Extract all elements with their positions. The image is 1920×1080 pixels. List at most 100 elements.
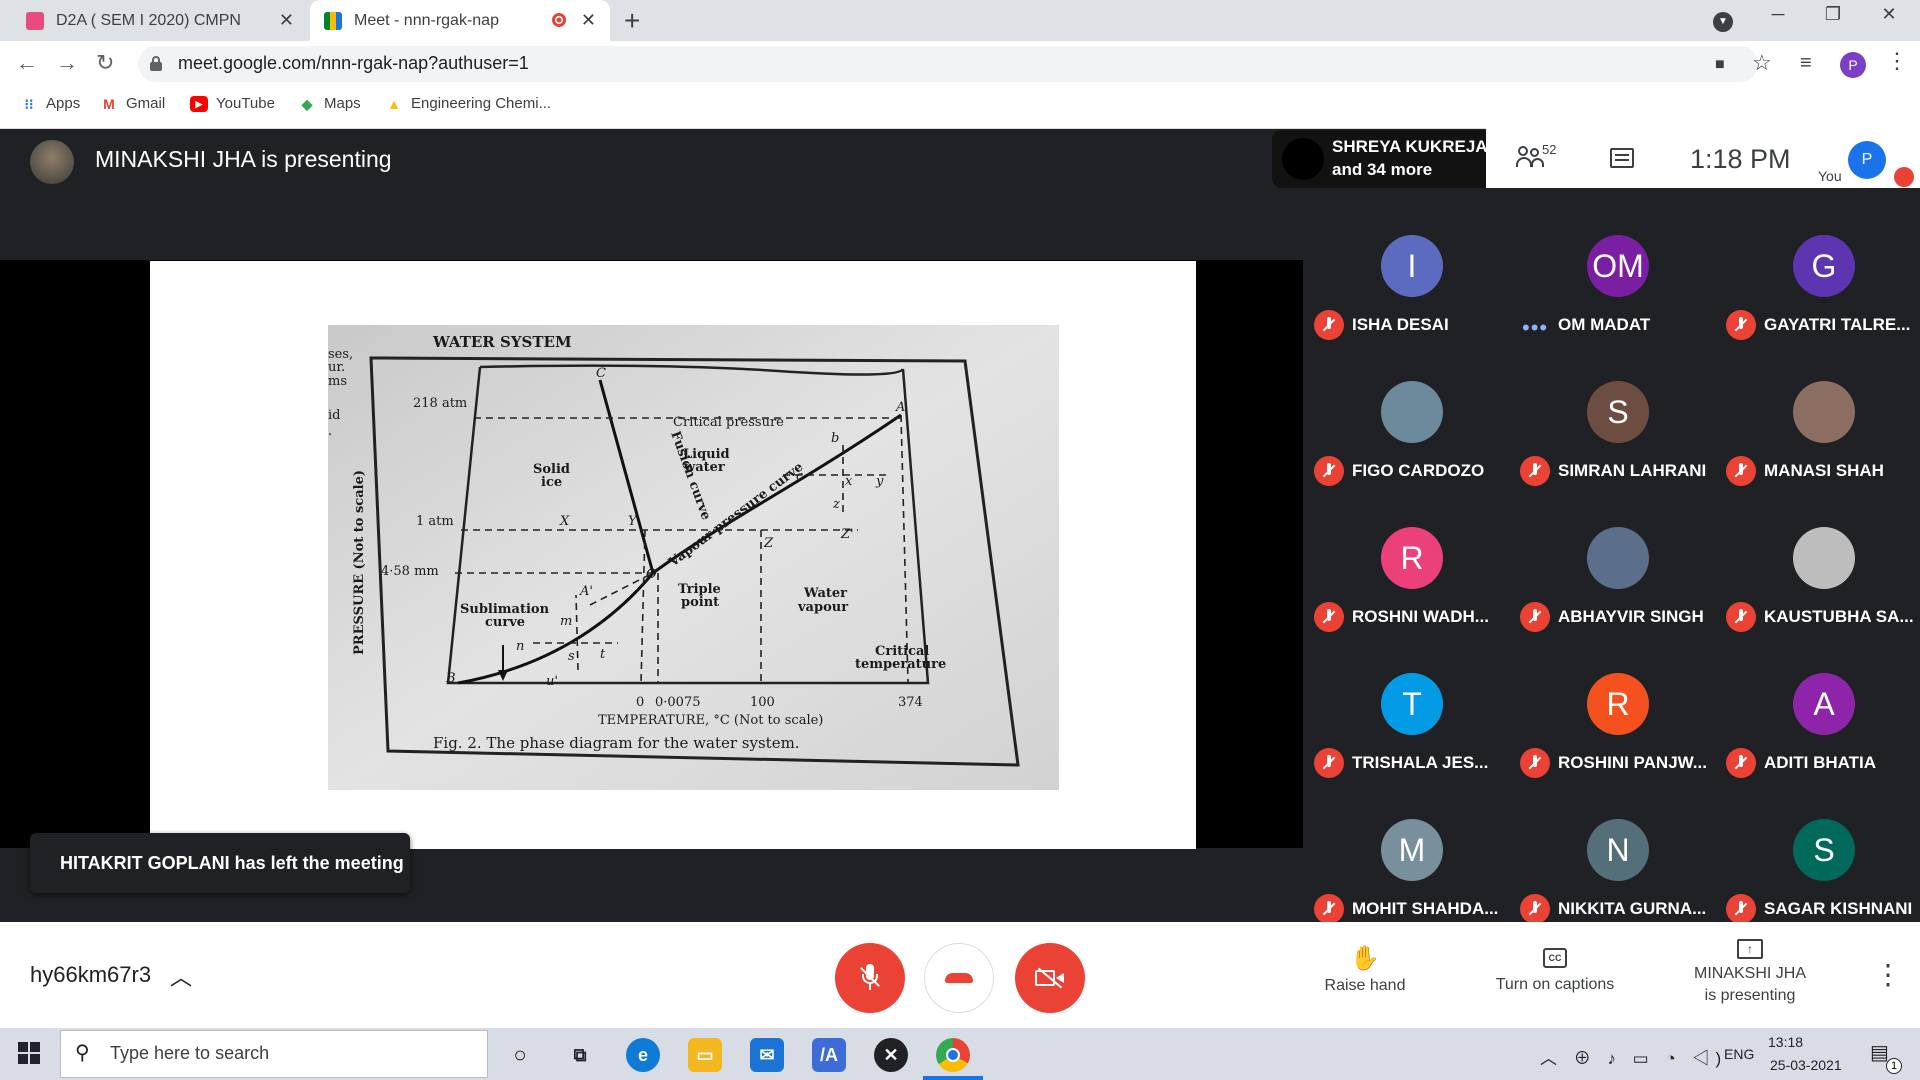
tab-meet[interactable]: Meet - nnn-rgak-nap ✕ [310, 0, 610, 41]
muted-mic-icon [1314, 602, 1344, 632]
muted-mic-icon [1726, 894, 1756, 924]
language-indicator[interactable]: ENG [1724, 1046, 1754, 1062]
cortana-icon[interactable]: ○ [503, 1038, 537, 1072]
more-options-icon[interactable]: ⋮ [1874, 958, 1902, 991]
bookmark-star-icon[interactable]: ☆ [1752, 50, 1772, 76]
diagram-heading: WATER SYSTEM [432, 333, 572, 351]
participant-name: ROSHNI WADH... [1352, 607, 1489, 626]
participant-tile[interactable]: I ISHA DESAI [1310, 227, 1516, 373]
bookmark-apps[interactable]: ⁝⁝ Apps [20, 95, 81, 112]
point-label-n: n [516, 639, 524, 654]
close-window-icon[interactable]: ✕ [1866, 4, 1912, 25]
point-label-b-lower: b [831, 431, 839, 446]
tab-classroom[interactable]: D2A ( SEM I 2020) CMPN ✕ [12, 0, 308, 41]
participant-tile[interactable]: T TRISHALA JES... [1310, 665, 1516, 811]
triple-point-label: point [681, 595, 719, 610]
windows-start-icon[interactable] [18, 1042, 40, 1064]
textbook-photo: WATER SYSTEM PRESSURE (Not to scale) Fus… [328, 325, 1059, 790]
people-count: 52 [1542, 142, 1557, 157]
participant-tile[interactable]: MANASI SHAH [1722, 373, 1920, 519]
participant-avatar: S [1793, 819, 1855, 881]
tab-title: D2A ( SEM I 2020) CMPN [56, 11, 241, 29]
new-tab-button[interactable]: + [624, 5, 640, 37]
participant-tile[interactable]: R ROSHNI WADH... [1310, 519, 1516, 665]
forward-icon[interactable]: → [56, 50, 78, 76]
participant-name: ABHAYVIR SINGH [1558, 607, 1704, 626]
profile-avatar[interactable]: P [1840, 52, 1866, 78]
chrome-menu-icon[interactable]: ⋮ [1886, 48, 1908, 74]
participant-name: OM MADAT [1558, 315, 1651, 334]
presenting-button[interactable]: ↑ MINAKSHI JHA is presenting [1680, 938, 1820, 1007]
temp-tick-0: 0 [636, 695, 644, 710]
bookmark-gmail[interactable]: M Gmail [100, 95, 165, 112]
participant-tile[interactable]: R ROSHINI PANJW... [1516, 665, 1722, 811]
present-screen-icon: ↑ [1737, 939, 1763, 959]
meet-icon [324, 11, 342, 30]
participant-tile[interactable]: FIGO CARDOZO [1310, 373, 1516, 519]
muted-mic-icon [1314, 310, 1344, 340]
muted-mic-icon [1314, 748, 1344, 778]
mail-icon[interactable]: ✉ [750, 1038, 784, 1072]
tray-date[interactable]: 25-03-2021 [1770, 1057, 1842, 1073]
participant-tile[interactable]: A ADITI BHATIA [1722, 665, 1920, 811]
participant-tile[interactable]: G GAYATRI TALRE... [1722, 227, 1920, 373]
point-label-s: s [568, 649, 575, 664]
participant-tile[interactable]: S SIMRAN LAHRANI [1516, 373, 1722, 519]
muted-mic-icon [1726, 748, 1756, 778]
tray-time[interactable]: 13:18 [1768, 1034, 1803, 1050]
leave-call-button[interactable] [924, 943, 994, 1013]
muted-mic-icon [1726, 602, 1756, 632]
file-explorer-icon[interactable]: ▭ [688, 1038, 722, 1072]
left-meeting-toast: HITAKRIT GOPLANI has left the meeting [30, 833, 410, 893]
maximize-icon[interactable]: ❐ [1810, 4, 1856, 25]
tab-search-icon[interactable]: ▼ [1700, 8, 1746, 32]
point-label-o: O [646, 567, 657, 582]
water-label: water [683, 460, 725, 475]
close-tab-icon[interactable]: ✕ [279, 10, 294, 31]
participant-tile[interactable]: KAUSTUBHA SA... [1722, 519, 1920, 665]
system-tray-icons[interactable]: ︿ ⊕ ♪ ▭ ◔ ◁) [1540, 1044, 1727, 1069]
taskbar-search-placeholder[interactable]: Type here to search [110, 1043, 269, 1064]
close-tab-icon[interactable]: ✕ [581, 10, 596, 31]
bookmark-drive[interactable]: ▲ Engineering Chemi... [385, 95, 551, 112]
xbox-icon[interactable]: ✕ [874, 1038, 908, 1072]
lock-icon[interactable] [150, 56, 162, 71]
camera-off-button[interactable] [1015, 943, 1085, 1013]
point-label-c-lower: c [796, 469, 804, 484]
bookmark-maps[interactable]: ◆ Maps [298, 95, 361, 112]
search-icon: ⚲ [75, 1042, 90, 1064]
maps-icon: ◆ [301, 95, 313, 112]
reload-icon[interactable]: ↻ [96, 50, 114, 76]
task-view-icon[interactable]: ⧉ [563, 1038, 597, 1072]
meeting-code[interactable]: hy66km67r3 [30, 962, 151, 988]
chevron-up-icon[interactable]: ︿ [170, 960, 192, 992]
participant-avatar [1793, 527, 1855, 589]
chrome-icon[interactable] [936, 1038, 970, 1072]
microphone-off-button[interactable] [835, 943, 905, 1013]
muted-mic-icon [1520, 602, 1550, 632]
self-avatar: P [1848, 141, 1886, 179]
raise-hand-button[interactable]: ✋ Raise hand [1310, 944, 1420, 995]
participant-avatar: S [1587, 381, 1649, 443]
self-label: You [1818, 168, 1842, 184]
point-label-x: X [559, 514, 570, 529]
participant-tile[interactable]: ABHAYVIR SINGH [1516, 519, 1722, 665]
edge-icon[interactable]: e [626, 1038, 660, 1072]
app-icon[interactable]: /A [812, 1038, 846, 1072]
minimize-icon[interactable]: ─ [1755, 4, 1801, 25]
speaking-dots-icon: ••• [1522, 315, 1549, 340]
media-control-icon[interactable]: ≡ [1800, 52, 1812, 75]
people-icon[interactable] [1516, 146, 1544, 168]
hang-up-icon [945, 973, 973, 983]
participant-tile[interactable]: OM ••• OM MADAT [1516, 227, 1722, 373]
captions-button[interactable]: CC Turn on captions [1480, 948, 1630, 994]
bookmark-youtube[interactable]: ▶ YouTube [190, 95, 275, 112]
point-label-y-lower: y [875, 474, 884, 489]
bookmarks-bar [0, 87, 1920, 129]
mic-off-icon [860, 964, 880, 992]
point-label-z-lower: z [832, 497, 840, 512]
camera-blocked-icon[interactable]: ■ [1715, 56, 1725, 74]
back-icon[interactable]: ← [16, 50, 38, 76]
url-text[interactable]: meet.google.com/nnn-rgak-nap?authuser=1 [178, 53, 529, 74]
chat-icon[interactable] [1610, 148, 1634, 168]
